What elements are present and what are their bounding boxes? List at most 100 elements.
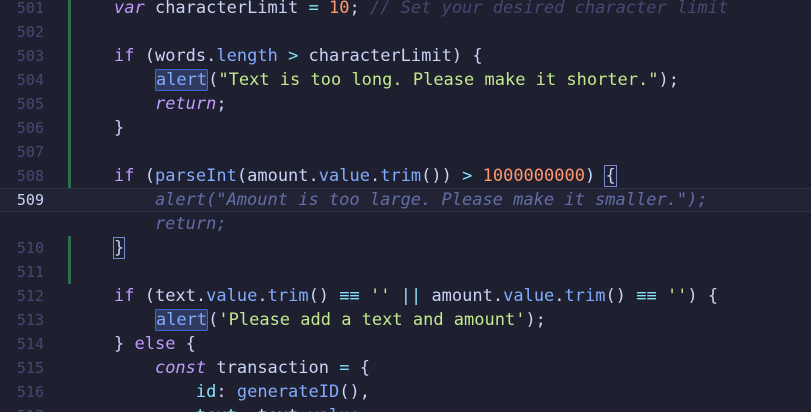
code-token: () <box>308 286 330 306</box>
code-token: , <box>360 406 370 412</box>
git-change-marker <box>68 140 71 164</box>
code-line[interactable]: 510} <box>0 236 811 260</box>
code-text: alert("Amount is too large. Please make … <box>114 188 708 212</box>
code-token: ()) <box>421 166 452 186</box>
code-text: } <box>112 236 126 260</box>
code-line[interactable]: 511 <box>0 260 811 284</box>
code-token: ) { <box>687 286 719 306</box>
code-token: ; <box>216 94 227 114</box>
code-token: . <box>492 286 504 306</box>
code-token: ( <box>134 286 155 306</box>
code-token: ( <box>208 310 219 330</box>
code-token: } <box>114 334 135 354</box>
code-line[interactable]: 508 if (parseInt(amount.value.trim()) > 1… <box>0 164 811 188</box>
line-number: 502 <box>16 23 44 41</box>
git-change-marker <box>68 116 71 140</box>
line-number: 517 <box>0 404 44 412</box>
line-number: 513 <box>16 311 44 329</box>
code-line[interactable]: 502 <box>0 20 811 44</box>
code-text: if (text.value.trim() ≡≡ '' || amount.va… <box>114 284 718 308</box>
code-token: . <box>257 286 268 306</box>
line-number: 501 <box>16 0 44 17</box>
git-change-marker <box>68 20 71 44</box>
code-token: ) <box>584 166 606 186</box>
code-token: // Set your desired character limit <box>359 0 729 18</box>
code-token: () <box>605 286 626 306</box>
code-token: { <box>349 358 370 378</box>
code-token: var <box>114 0 145 18</box>
code-text: } else { <box>114 332 196 356</box>
code-text: if (words.length > characterLimit) { <box>114 44 483 68</box>
code-token: trim <box>564 286 606 306</box>
git-change-marker <box>68 68 71 92</box>
code-line[interactable]: 509 alert("Amount is too large. Please m… <box>0 188 811 212</box>
git-change-marker <box>68 92 71 116</box>
code-token: ≡≡ <box>625 286 657 306</box>
code-line[interactable]: 515 const transaction = { <box>0 356 811 380</box>
code-token: ( <box>134 166 155 186</box>
line-number: 514 <box>16 335 44 353</box>
code-token: const <box>154 358 207 378</box>
code-line[interactable]: 513 alert('Please add a text and amount'… <box>0 308 811 332</box>
code-text: } <box>114 116 124 140</box>
code-line[interactable]: 507 <box>0 140 811 164</box>
code-token: ) { <box>451 46 483 66</box>
code-token: value <box>503 286 555 306</box>
code-token: trim <box>267 286 309 306</box>
code-token: . <box>298 406 308 412</box>
code-token: length <box>216 46 278 66</box>
code-token: 1000000000 <box>472 166 585 186</box>
line-number: 508 <box>16 167 44 185</box>
code-token: ); <box>658 70 679 90</box>
code-token: value <box>318 166 370 186</box>
code-token: } <box>114 118 125 138</box>
code-token: '' <box>359 286 391 306</box>
code-token: = <box>339 358 350 378</box>
code-token: value <box>206 286 258 306</box>
code-line[interactable]: 516 id: generateID(), <box>0 380 811 404</box>
code-token: id <box>195 382 217 402</box>
code-line[interactable]: 504 alert("Text is too long. Please make… <box>0 68 811 92</box>
code-token: "Text is too long. Please make it shorte… <box>218 70 659 90</box>
git-change-marker <box>68 164 71 188</box>
code-line[interactable]: 517 text: text.value, <box>0 404 811 412</box>
line-number: 509 <box>16 191 44 209</box>
code-token: text <box>196 406 237 412</box>
line-number: 515 <box>16 359 44 377</box>
code-token: . <box>308 166 319 186</box>
code-editor[interactable]: 501 var characterLimit = 10; // Set your … <box>0 0 811 412</box>
code-token: generateID <box>236 382 340 402</box>
code-token: || <box>390 286 422 306</box>
line-number: 507 <box>16 143 44 161</box>
code-line[interactable]: 506} <box>0 116 811 140</box>
code-token: ≡≡ <box>329 286 360 306</box>
matched-bracket: } <box>112 237 126 259</box>
code-line[interactable]: 512 if (text.value.trim() ≡≡ '' || amount… <box>0 284 811 308</box>
line-number: 516 <box>16 383 44 401</box>
code-token: parseInt <box>154 166 237 186</box>
code-token: . <box>206 46 217 66</box>
code-token: words <box>154 46 207 66</box>
code-token: characterLimit <box>144 0 309 18</box>
code-text: const transaction = { <box>114 356 370 380</box>
code-token: . <box>369 166 381 186</box>
line-number: 504 <box>16 71 44 89</box>
code-token: . <box>195 286 207 306</box>
code-line[interactable]: 501 var characterLimit = 10; // Set your … <box>0 0 811 20</box>
code-token: transaction <box>206 358 340 378</box>
code-token: ( <box>236 166 248 186</box>
code-text: alert("Text is too long. Please make it … <box>114 68 679 92</box>
line-number: 510 <box>16 239 44 257</box>
code-token: text <box>154 286 196 306</box>
code-line[interactable]: return; <box>0 212 811 236</box>
code-token: else <box>134 334 176 354</box>
code-line[interactable]: 505 return; <box>0 92 811 116</box>
inline-suggestion: alert("Amount is too large. Please make … <box>114 190 708 210</box>
code-token: ( <box>134 46 155 66</box>
code-token: amount <box>247 166 309 186</box>
code-line[interactable]: 503 if (words.length > characterLimit) { <box>0 44 811 68</box>
code-line[interactable]: 514 } else { <box>0 332 811 356</box>
